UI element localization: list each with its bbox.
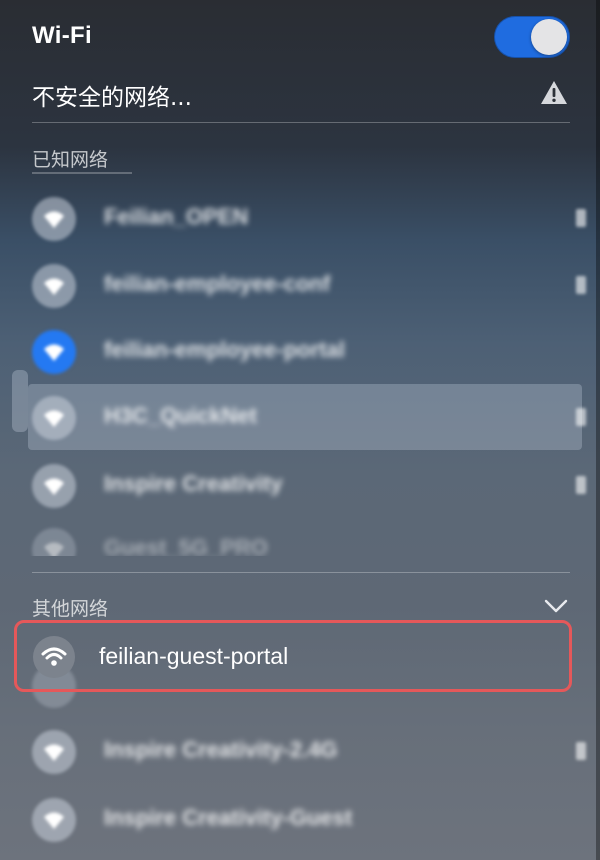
network-name: Guest_5G_PRO [104,535,268,556]
window-edge [596,0,600,860]
known-network-row[interactable]: Inspire Creativity [0,452,600,518]
wifi-icon [32,330,76,374]
lock-icon [576,209,586,227]
network-name: feilian-employee-portal [104,337,345,362]
network-name: Inspire Creativity-Guest [104,805,353,830]
known-network-row[interactable]: feilian-employee-conf [0,252,600,318]
network-name: Inspire Creativity [104,471,283,496]
other-network-row[interactable]: Inspire Creativity-Guest [0,786,600,852]
lock-icon [576,408,586,426]
known-network-row[interactable]: Feilian_OPEN [0,185,600,251]
other-network-row[interactable]: Inspire Creativity-2.4G [0,718,600,784]
toggle-knob [531,19,567,55]
lock-icon [576,276,586,294]
wifi-icon [32,264,76,308]
chevron-down-icon[interactable] [544,598,568,614]
wifi-icon [32,798,76,842]
wifi-icon [33,636,75,678]
network-name: Feilian_OPEN [104,204,249,229]
other-networks-label: 其他网络 [32,598,109,620]
highlighted-network-name: feilian-guest-portal [99,643,289,669]
wifi-menu-panel: Wi-Fi 不安全的网络... 已知网络 Feilian_OPEN feilia… [0,0,600,860]
wifi-title: Wi-Fi [32,22,92,49]
known-networks-underline [32,172,132,174]
known-network-row[interactable]: feilian-employee-portal [0,318,600,384]
wifi-icon [32,197,76,241]
wifi-icon [32,730,76,774]
known-network-row[interactable]: H3C_QuickNet [0,384,600,450]
highlighted-network-row[interactable]: feilian-guest-portal [14,620,572,692]
network-name: H3C_QuickNet [104,403,257,428]
lock-icon [576,476,586,494]
warning-icon [541,81,567,104]
known-network-row[interactable]: Guest_5G_PRO [0,516,600,556]
wifi-icon [32,528,76,556]
wifi-icon [32,396,76,440]
insecure-network-row[interactable]: 不安全的网络... [0,70,600,118]
network-name: Inspire Creativity-2.4G [104,737,338,762]
divider-bottom [32,572,570,573]
network-name: feilian-employee-conf [104,271,331,296]
divider-top [32,122,570,123]
insecure-network-label: 不安全的网络... [32,85,192,111]
wifi-toggle[interactable] [494,16,570,58]
lock-icon [576,742,586,760]
known-networks-label: 已知网络 [32,149,109,171]
wifi-icon [32,464,76,508]
